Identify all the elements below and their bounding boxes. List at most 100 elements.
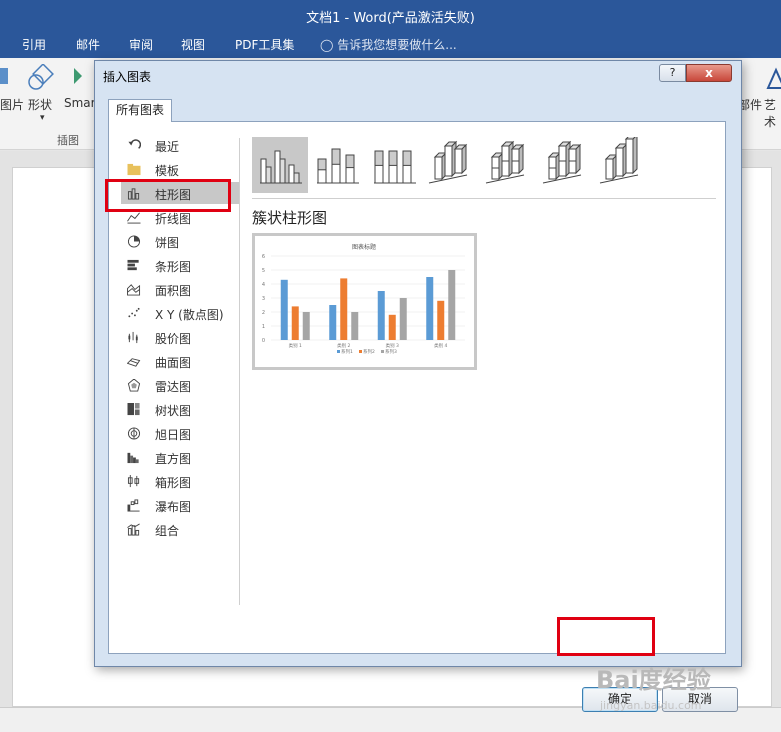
- y-tick-label: 5: [262, 268, 265, 274]
- chart-subtype-option[interactable]: [252, 137, 308, 193]
- stacked-column-icon: [317, 148, 359, 184]
- chart-subtype-option[interactable]: [366, 137, 422, 193]
- wordart-button[interactable]: 艺术: [764, 96, 781, 130]
- smartart-button[interactable]: Smar: [64, 96, 96, 110]
- chart-subtype-option[interactable]: [309, 137, 365, 193]
- shapes-button[interactable]: 形状: [28, 96, 52, 113]
- sunburst-chart-icon: [127, 427, 141, 440]
- chart-category-label: 组合: [155, 524, 180, 538]
- bar: [377, 291, 385, 340]
- chart-category-item[interactable]: 旭日图: [121, 422, 239, 444]
- chart-category-item[interactable]: 曲面图: [121, 350, 239, 372]
- smartart-icon: [74, 68, 82, 84]
- close-button[interactable]: x: [686, 64, 732, 82]
- 3d-stacked-column-icon: [485, 140, 525, 184]
- 3d-percent-stacked-column-icon: [542, 140, 582, 184]
- chart-category-label: 模板: [155, 164, 180, 178]
- chart-category-item[interactable]: 箱形图: [121, 470, 239, 492]
- 3d-clustered-column-icon: [428, 140, 468, 184]
- chevron-down-icon: ▾: [40, 113, 45, 123]
- legend-swatch: [359, 350, 362, 353]
- shapes-icon: [28, 64, 54, 90]
- chart-category-item[interactable]: 股价图: [121, 326, 239, 348]
- y-tick-label: 3: [262, 296, 265, 302]
- bar: [302, 312, 310, 340]
- highlight-ok-button: [557, 617, 655, 656]
- insert-chart-dialog: 插入图表 ? x 所有图表 最近 模板 柱形图 折线图 饼图 条形图 面积图 X Y (散点图…: [94, 60, 742, 712]
- watermark-url: jingyan.baidu.com: [600, 699, 702, 712]
- bar: [448, 270, 456, 340]
- chart-subtype-option[interactable]: [480, 137, 536, 193]
- chart-category-item[interactable]: 瀑布图: [121, 494, 239, 516]
- tell-me-text: 告诉我您想要做什么...: [337, 38, 457, 52]
- chart-category-item[interactable]: 饼图: [121, 230, 239, 252]
- bar: [351, 312, 359, 340]
- chart-category-item[interactable]: 最近: [121, 134, 239, 156]
- bar: [291, 306, 299, 340]
- chart-category-item[interactable]: 模板: [121, 158, 239, 180]
- chart-preview[interactable]: 图表标题 0 1 2 3 4 5 6 类别 1 类别 2 类别 3 类别 4 系列1 系列2 系列3: [252, 233, 477, 370]
- picture-icon: [0, 68, 8, 84]
- chart-subtype-option[interactable]: [423, 137, 479, 193]
- x-tick-label: 类别 1: [289, 342, 302, 349]
- ribbon-tabs: 引用 邮件 审阅 视图 PDF工具集 ◯ 告诉我您想要做什么...: [0, 30, 781, 58]
- x-tick-label: 类别 2: [337, 342, 350, 349]
- recent-icon: [128, 139, 141, 149]
- tab-review[interactable]: 审阅: [129, 36, 153, 53]
- stock-chart-icon: [128, 331, 138, 344]
- preview-chart: 图表标题 0 1 2 3 4 5 6 类别 1 类别 2 类别 3 类别 4 系列1 系列2 系列3: [262, 243, 465, 355]
- window-title: 文档1 - Word(产品激活失败): [306, 11, 475, 26]
- illustrations-group-label: 插图: [57, 134, 79, 147]
- chart-category-item[interactable]: 雷达图: [121, 374, 239, 396]
- chart-category-item[interactable]: 条形图: [121, 254, 239, 276]
- bar: [340, 278, 348, 340]
- bar: [426, 277, 434, 340]
- tell-me-box[interactable]: ◯ 告诉我您想要做什么...: [320, 36, 457, 53]
- tab-all-charts[interactable]: 所有图表: [108, 99, 172, 122]
- watermark-logo: Bai度经验: [596, 666, 711, 694]
- radar-chart-icon: [127, 379, 141, 392]
- chart-category-label: 面积图: [155, 284, 192, 298]
- bar: [329, 305, 337, 340]
- scatter-chart-icon: [128, 307, 140, 318]
- chart-subtype-option[interactable]: [537, 137, 593, 193]
- histogram-chart-icon: [127, 452, 139, 464]
- chart-category-label: 饼图: [155, 236, 180, 250]
- tab-view[interactable]: 视图: [181, 36, 205, 53]
- chart-category-item[interactable]: 树状图: [121, 398, 239, 420]
- chart-subtype-option[interactable]: [594, 133, 650, 193]
- tab-mailings[interactable]: 邮件: [76, 36, 100, 53]
- pictures-button[interactable]: 图片: [0, 96, 24, 113]
- 3d-column-icon: [599, 133, 639, 184]
- chart-category-label: 曲面图: [155, 356, 192, 370]
- chart-category-label: 旭日图: [155, 428, 192, 442]
- box-whisker-chart-icon: [127, 475, 140, 488]
- chart-category-item[interactable]: X Y (散点图): [121, 302, 239, 324]
- legend-label: 系列3: [385, 348, 397, 355]
- bar: [437, 300, 445, 340]
- tab-pdf-tools[interactable]: PDF工具集: [235, 36, 294, 53]
- chart-category-item[interactable]: 面积图: [121, 278, 239, 300]
- help-button[interactable]: ?: [659, 64, 686, 82]
- legend-label: 系列1: [341, 348, 353, 355]
- treemap-chart-icon: [127, 403, 140, 416]
- percent-stacked-column-icon: [374, 150, 416, 184]
- lightbulb-icon: ◯: [320, 38, 334, 52]
- legend-swatch: [381, 350, 384, 353]
- bar-chart-icon: [127, 259, 139, 271]
- tab-references[interactable]: 引用: [22, 36, 46, 53]
- x-tick-label: 类别 3: [386, 342, 399, 349]
- waterfall-chart-icon: [127, 499, 140, 512]
- legend-label: 系列2: [363, 348, 375, 355]
- chart-category-label: 条形图: [155, 260, 192, 274]
- chart-category-label: 最近: [155, 140, 180, 154]
- chart-category-label: 直方图: [155, 452, 192, 466]
- area-chart-icon: [127, 284, 141, 296]
- window-titlebar: 文档1 - Word(产品激活失败): [0, 0, 781, 30]
- line-chart-icon: [127, 212, 141, 224]
- subtype-name: 簇状柱形图: [252, 209, 328, 227]
- chart-category-label: 箱形图: [155, 476, 192, 490]
- bar: [280, 279, 288, 340]
- chart-category-item[interactable]: 组合: [121, 518, 239, 540]
- chart-category-item[interactable]: 直方图: [121, 446, 239, 468]
